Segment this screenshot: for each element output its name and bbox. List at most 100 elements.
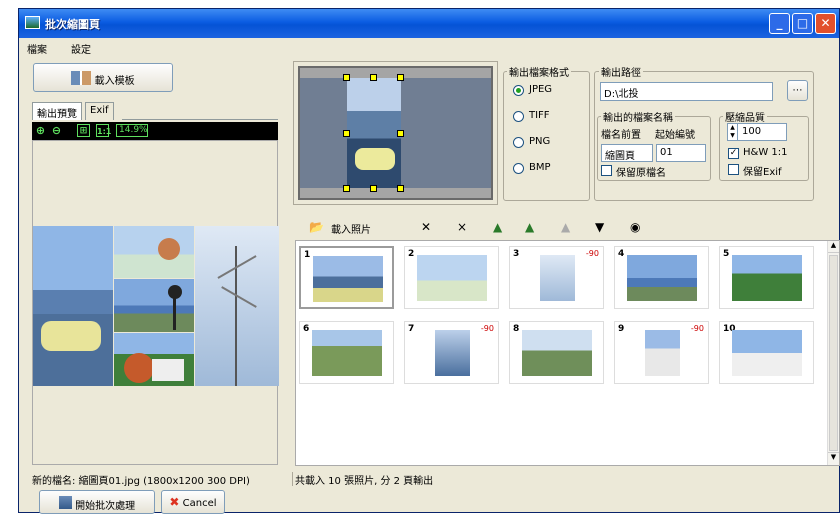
thumbnail-list[interactable]: 1 2 3 -90 4 5 6 7 -90 8 9 -90 10 ▲ ▼: [295, 240, 840, 466]
thumb-number: 1: [304, 250, 311, 260]
load-template-button[interactable]: 載入模板: [33, 63, 173, 92]
thumb-image: [645, 330, 680, 376]
crop-preview-canvas[interactable]: [298, 66, 493, 200]
fit-icon[interactable]: ⊞: [77, 124, 90, 137]
tab-divider: [122, 119, 278, 120]
format-jpeg-radio[interactable]: [513, 85, 524, 96]
load-template-label: 載入模板: [94, 76, 135, 87]
preview-photo-trees: [195, 226, 279, 386]
scroll-down-icon[interactable]: ▼: [828, 452, 839, 464]
start-number-label: 起始編號: [655, 130, 695, 141]
thumb-number: 6: [303, 324, 310, 334]
thumbnail-10[interactable]: 10: [719, 321, 814, 384]
thumb-image: [540, 255, 575, 301]
crop-preview-frame: [293, 61, 498, 205]
actual-size-icon[interactable]: 1:1: [96, 124, 111, 137]
view-icon[interactable]: ◉: [630, 220, 640, 234]
thumb-image: [312, 330, 382, 376]
crop-handle[interactable]: [397, 130, 404, 137]
crop-handle[interactable]: [370, 185, 377, 192]
crop-selection[interactable]: [347, 78, 401, 188]
crop-handle[interactable]: [343, 74, 350, 81]
close-icon[interactable]: ✕: [815, 13, 836, 34]
thumbnail-5[interactable]: 5: [719, 246, 814, 309]
crop-handle[interactable]: [343, 130, 350, 137]
rotation-badge: -90: [585, 249, 599, 258]
template-icon: [71, 71, 92, 85]
format-bmp-label: BMP: [529, 162, 551, 173]
thumbnail-8[interactable]: 8: [509, 321, 604, 384]
load-photos-label[interactable]: 載入照片: [331, 221, 371, 236]
scroll-thumb[interactable]: [829, 255, 838, 451]
thumb-number: 8: [513, 324, 520, 334]
remove-icon[interactable]: ×: [457, 220, 467, 234]
zoom-out-icon[interactable]: ⊖: [50, 124, 63, 137]
remove-all-icon[interactable]: ✕: [421, 220, 431, 234]
rotate-left-icon[interactable]: ▲: [493, 220, 502, 234]
output-preview-canvas[interactable]: [32, 140, 279, 465]
scroll-up-icon[interactable]: ▲: [828, 241, 839, 253]
keep-exif-checkbox[interactable]: [728, 164, 739, 175]
hw-ratio-label: H&W 1:1: [743, 147, 788, 158]
maximize-icon[interactable]: □: [792, 13, 813, 34]
menu-file[interactable]: 檔案: [27, 41, 47, 56]
thumb-image: [522, 330, 592, 376]
batch-icon: [58, 496, 72, 509]
crop-handle[interactable]: [397, 185, 404, 192]
output-path-input[interactable]: D:\北投: [600, 82, 773, 101]
move-down-icon[interactable]: ▼: [595, 220, 604, 234]
start-batch-label: 開始批次處理: [75, 501, 136, 512]
folder-open-icon[interactable]: 📂: [309, 220, 324, 234]
status-filename: 新的檔名: 縮圖頁01.jpg (1800x1200 300 DPI): [32, 476, 250, 487]
move-up-icon: ▲: [561, 220, 571, 234]
format-png-radio[interactable]: [513, 137, 524, 148]
format-tiff-radio[interactable]: [513, 111, 524, 122]
thumb-image: [435, 330, 470, 376]
thumbnail-3[interactable]: 3 -90: [509, 246, 604, 309]
quality-stepper-icon[interactable]: ▲ ▼: [728, 124, 738, 140]
app-icon: [25, 16, 40, 29]
crop-handle[interactable]: [397, 74, 404, 81]
crop-handle[interactable]: [343, 185, 350, 192]
thumbnail-2[interactable]: 2: [404, 246, 499, 309]
thumbnail-9[interactable]: 9 -90: [614, 321, 709, 384]
thumbnail-1[interactable]: 1: [299, 246, 394, 309]
crop-outside-right: [401, 78, 491, 188]
zoom-toolbar: ⊕ ⊖ ⊞ 1:1 14.9%: [32, 122, 278, 140]
start-batch-button[interactable]: 開始批次處理: [39, 490, 155, 514]
title-bar[interactable]: 批次縮圖頁 _ □ ✕: [19, 9, 839, 38]
crop-handle[interactable]: [370, 74, 377, 81]
start-number-input[interactable]: 01: [656, 144, 706, 162]
zoom-value: 14.9%: [116, 124, 148, 137]
prefix-input[interactable]: 縮圖頁: [601, 144, 653, 162]
path-group-label: 輸出路徑: [599, 64, 643, 79]
format-jpeg-label: JPEG: [529, 84, 553, 95]
photo-toolbar: 📂 載入照片 ✕ × ▲ ▲ ▲ ▼ ◉: [295, 214, 840, 239]
thumbnail-6[interactable]: 6: [299, 321, 394, 384]
thumb-number: 7: [408, 324, 415, 334]
format-tiff-label: TIFF: [529, 110, 550, 121]
thumbnail-scrollbar[interactable]: ▲ ▼: [827, 241, 839, 465]
browse-folder-button[interactable]: ⋯: [787, 80, 808, 101]
thumbnail-4[interactable]: 4: [614, 246, 709, 309]
quality-group-label: 壓縮品質: [723, 109, 767, 124]
minimize-icon[interactable]: _: [769, 13, 790, 34]
thumbnail-7[interactable]: 7 -90: [404, 321, 499, 384]
zoom-in-icon[interactable]: ⊕: [34, 124, 47, 137]
preview-photo-sign: [114, 226, 194, 278]
keep-filename-label: 保留原檔名: [616, 168, 666, 179]
format-group-label: 輸出檔案格式: [507, 64, 571, 79]
cancel-button[interactable]: ✖ Cancel: [161, 490, 225, 514]
menu-settings[interactable]: 設定: [71, 41, 91, 56]
thumb-number: 3: [513, 249, 520, 259]
thumb-image: [732, 330, 802, 376]
prefix-label: 檔名前置: [601, 130, 641, 141]
rotate-right-icon[interactable]: ▲: [525, 220, 534, 234]
format-bmp-radio[interactable]: [513, 163, 524, 174]
window-title: 批次縮圖頁: [45, 18, 100, 31]
tab-output-preview[interactable]: 輸出預覽: [32, 102, 82, 120]
keep-filename-checkbox[interactable]: [601, 165, 612, 176]
cancel-icon: ✖: [169, 495, 180, 509]
hw-ratio-checkbox[interactable]: ✓: [728, 148, 739, 159]
tab-exif[interactable]: Exif: [85, 102, 114, 120]
